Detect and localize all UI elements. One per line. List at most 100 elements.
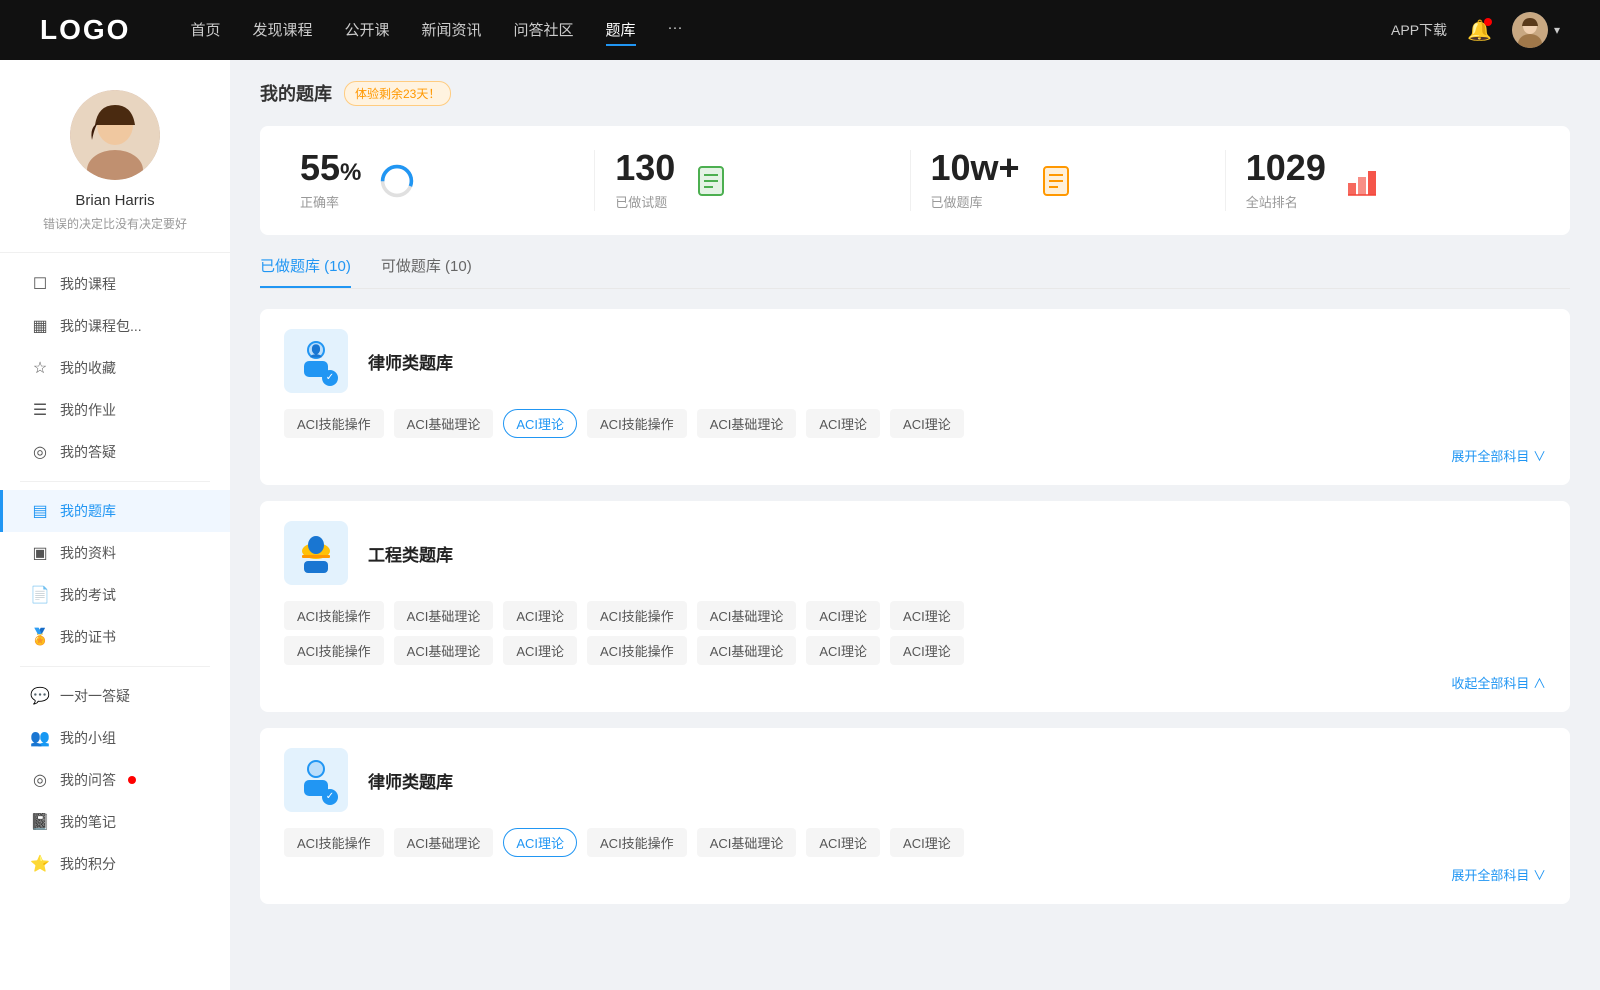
qbank-icon: ▤ xyxy=(30,501,50,521)
header: LOGO 首页 发现课程 公开课 新闻资讯 问答社区 题库 ··· APP下载 … xyxy=(0,0,1600,60)
nav-qa[interactable]: 问答社区 xyxy=(514,15,574,46)
stat-done-banks-number: 10w+ xyxy=(931,150,1020,186)
question-icon: ◎ xyxy=(30,442,50,462)
nav-discover[interactable]: 发现课程 xyxy=(252,15,312,46)
correct-rate-icon xyxy=(377,161,417,201)
tag-item[interactable]: ACI理论 xyxy=(503,636,577,665)
main-content: 我的题库 体验剩余23天！ 55% 正确率 xyxy=(230,60,1600,990)
tag-item[interactable]: ACI理论 xyxy=(806,828,880,857)
qbank-1-header: 👤 ✓ 律师类题库 xyxy=(284,329,1546,393)
app-download-link[interactable]: APP下载 xyxy=(1391,20,1447,40)
tag-item[interactable]: ACI基础理论 xyxy=(697,828,797,857)
tag-item[interactable]: ACI技能操作 xyxy=(587,409,687,438)
menu-my-exams-label: 我的考试 xyxy=(60,585,116,605)
sidebar: Brian Harris 错误的决定比没有决定要好 ☐ 我的课程 ▦ 我的课程包… xyxy=(0,60,230,990)
menu-my-exams[interactable]: 📄 我的考试 xyxy=(0,574,230,616)
menu-my-certs[interactable]: 🏅 我的证书 xyxy=(0,616,230,658)
profile-motto: 错误的决定比没有决定要好 xyxy=(43,215,187,232)
tag-item[interactable]: ACI理论 xyxy=(890,636,964,665)
nav-mooc[interactable]: 公开课 xyxy=(344,15,389,46)
menu-my-qbank[interactable]: ▤ 我的题库 xyxy=(0,490,230,532)
qbank-3-expand[interactable]: 展开全部科目 ∨ xyxy=(284,865,1546,884)
tag-item[interactable]: ACI技能操作 xyxy=(587,601,687,630)
qbank-3-header: ✓ 律师类题库 xyxy=(284,748,1546,812)
tab-available-banks[interactable]: 可做题库 (10) xyxy=(381,255,472,288)
profile-avatar xyxy=(70,90,160,180)
stat-done-banks-label: 已做题库 xyxy=(931,192,1020,211)
tag-item[interactable]: ACI理论 xyxy=(890,601,964,630)
qbank-card-2: 工程类题库 ACI技能操作 ACI基础理论 ACI理论 ACI技能操作 ACI基… xyxy=(260,501,1570,712)
qbank-3-tags: ACI技能操作 ACI基础理论 ACI理论 ACI技能操作 ACI基础理论 AC… xyxy=(284,828,1546,857)
qbank-2-tags-row2: ACI技能操作 ACI基础理论 ACI理论 ACI技能操作 ACI基础理论 AC… xyxy=(284,636,1546,665)
menu-my-profile-label: 我的资料 xyxy=(60,543,116,563)
tag-item[interactable]: ACI技能操作 xyxy=(284,409,384,438)
tag-item[interactable]: ACI基础理论 xyxy=(394,409,494,438)
nav-qbank[interactable]: 题库 xyxy=(606,15,636,46)
qbank-1-expand[interactable]: 展开全部科目 ∨ xyxy=(284,446,1546,465)
star-icon: ☆ xyxy=(30,358,50,378)
user-avatar-menu[interactable]: ▾ xyxy=(1512,12,1560,48)
page-header: 我的题库 体验剩余23天！ xyxy=(260,80,1570,106)
menu-my-packages-label: 我的课程包... xyxy=(60,316,142,336)
tag-item[interactable]: ACI基础理论 xyxy=(697,636,797,665)
menu-my-answers[interactable]: ◎ 我的问答 xyxy=(0,759,230,801)
tag-item[interactable]: ACI理论 xyxy=(806,636,880,665)
answers-notification-dot xyxy=(128,776,136,784)
tag-item[interactable]: ACI基础理论 xyxy=(394,636,494,665)
nav-home[interactable]: 首页 xyxy=(190,15,220,46)
tag-item[interactable]: ACI基础理论 xyxy=(394,828,494,857)
menu-my-homework[interactable]: ☰ 我的作业 xyxy=(0,389,230,431)
stat-done-banks-text: 10w+ 已做题库 xyxy=(931,150,1020,211)
qbank-2-collapse[interactable]: 收起全部科目 ∧ xyxy=(284,673,1546,692)
tab-done-banks[interactable]: 已做题库 (10) xyxy=(260,255,351,288)
rank-icon xyxy=(1342,161,1382,201)
menu-one-on-one[interactable]: 💬 一对一答疑 xyxy=(0,675,230,717)
svg-text:👤: 👤 xyxy=(309,344,324,358)
tag-item[interactable]: ACI基础理论 xyxy=(394,601,494,630)
stat-rank-number: 1029 xyxy=(1246,150,1326,186)
tag-item[interactable]: ACI技能操作 xyxy=(284,828,384,857)
tag-item-active[interactable]: ACI理论 xyxy=(503,409,577,438)
menu-my-points[interactable]: ⭐ 我的积分 xyxy=(0,843,230,885)
qbank-2-icon xyxy=(284,521,348,585)
page-title: 我的题库 xyxy=(260,80,332,106)
chat-icon: 💬 xyxy=(30,686,50,706)
nav-news[interactable]: 新闻资讯 xyxy=(422,15,482,46)
stat-correct-rate-number: 55% xyxy=(300,150,361,186)
menu-my-favorites-label: 我的收藏 xyxy=(60,358,116,378)
menu-my-notes-label: 我的笔记 xyxy=(60,812,116,832)
tag-item[interactable]: ACI理论 xyxy=(890,409,964,438)
menu-my-profile[interactable]: ▣ 我的资料 xyxy=(0,532,230,574)
tag-item[interactable]: ACI技能操作 xyxy=(284,636,384,665)
tag-item[interactable]: ACI理论 xyxy=(503,601,577,630)
stat-correct-rate: 55% 正确率 xyxy=(290,150,595,211)
tag-item[interactable]: ACI理论 xyxy=(806,409,880,438)
menu-my-notes[interactable]: 📓 我的笔记 xyxy=(0,801,230,843)
menu-my-group[interactable]: 👥 我的小组 xyxy=(0,717,230,759)
tag-item-active[interactable]: ACI理论 xyxy=(503,828,577,857)
menu-my-favorites[interactable]: ☆ 我的收藏 xyxy=(0,347,230,389)
menu-my-packages[interactable]: ▦ 我的课程包... xyxy=(0,305,230,347)
tag-item[interactable]: ACI技能操作 xyxy=(587,828,687,857)
stat-correct-rate-label: 正确率 xyxy=(300,192,361,211)
answers-icon: ◎ xyxy=(30,770,50,790)
qbank-1-tags: ACI技能操作 ACI基础理论 ACI理论 ACI技能操作 ACI基础理论 AC… xyxy=(284,409,1546,438)
qbank-2-title: 工程类题库 xyxy=(368,541,453,566)
tag-item[interactable]: ACI理论 xyxy=(806,601,880,630)
nav-more[interactable]: ··· xyxy=(668,15,683,46)
stat-done-questions-number: 130 xyxy=(615,150,675,186)
tag-item[interactable]: ACI理论 xyxy=(890,828,964,857)
cert-icon: 🏅 xyxy=(30,627,50,647)
tag-item[interactable]: ACI基础理论 xyxy=(697,601,797,630)
qbank-1-icon: 👤 ✓ xyxy=(284,329,348,393)
tag-item[interactable]: ACI技能操作 xyxy=(587,636,687,665)
tag-item[interactable]: ACI基础理论 xyxy=(697,409,797,438)
stat-done-banks: 10w+ 已做题库 xyxy=(911,150,1226,211)
tag-item[interactable]: ACI技能操作 xyxy=(284,601,384,630)
main-layout: Brian Harris 错误的决定比没有决定要好 ☐ 我的课程 ▦ 我的课程包… xyxy=(0,60,1600,990)
menu-my-courses[interactable]: ☐ 我的课程 xyxy=(0,263,230,305)
menu-my-questions[interactable]: ◎ 我的答疑 xyxy=(0,431,230,473)
notification-bell[interactable]: 🔔 xyxy=(1467,18,1492,43)
notification-dot xyxy=(1484,18,1492,26)
sidebar-menu: ☐ 我的课程 ▦ 我的课程包... ☆ 我的收藏 ☰ 我的作业 ◎ 我的答疑 ▤ xyxy=(0,263,230,895)
